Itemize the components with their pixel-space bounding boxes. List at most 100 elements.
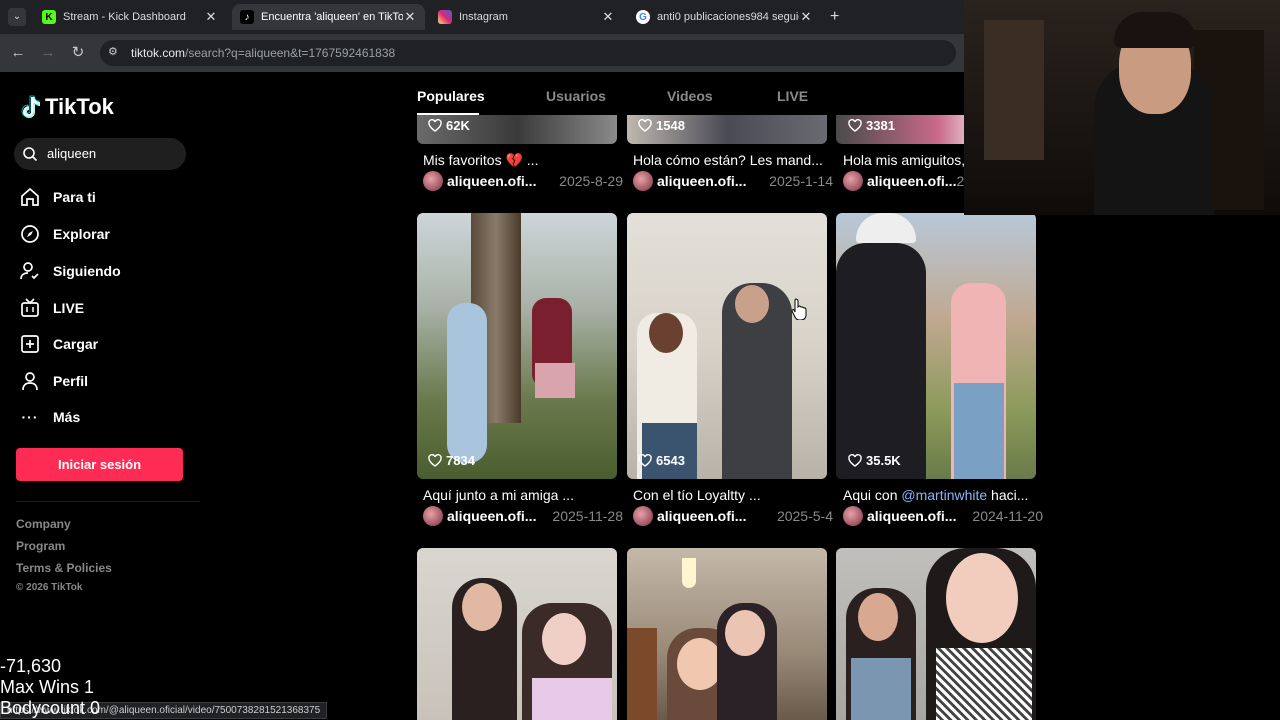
nav-perfil[interactable]: Perfil: [20, 371, 88, 391]
tab-active-underline: [417, 113, 479, 115]
video-thumbnail[interactable]: [627, 213, 827, 479]
video-thumbnail[interactable]: [417, 548, 617, 720]
video-caption[interactable]: Aqui con @martinwhite haci...: [843, 487, 1043, 503]
close-tab-icon[interactable]: ✕: [403, 9, 417, 25]
video-date: 2025-1-14: [769, 173, 833, 189]
browser-tab-kick[interactable]: K Stream - Kick Dashboard ✕: [34, 4, 226, 30]
nav-explorar[interactable]: Explorar: [20, 224, 110, 244]
reload-icon[interactable]: ↻: [67, 42, 89, 64]
tab-populares[interactable]: Populares: [417, 88, 485, 104]
back-arrow-icon[interactable]: ←: [7, 42, 29, 64]
sidebar-divider: [16, 501, 200, 502]
heart-icon: [638, 119, 652, 132]
video-meta: aliqueen.ofi... 2025-11-28: [423, 506, 623, 526]
nav-label: Para ti: [53, 189, 96, 205]
caption-text: Aqui con: [843, 487, 902, 503]
url-path: /search?q=aliqueen&t=1767592461838: [185, 46, 396, 60]
like-count: 6543: [656, 453, 685, 468]
copyright: © 2026 TikTok: [16, 582, 83, 593]
like-count: 62K: [446, 118, 470, 133]
tab-title: Stream - Kick Dashboard: [63, 11, 186, 23]
close-tab-icon[interactable]: ✕: [799, 9, 813, 25]
close-tab-icon[interactable]: ✕: [204, 9, 218, 25]
tiktok-logo[interactable]: TikTok: [20, 94, 114, 120]
video-likes: 3381: [848, 118, 895, 133]
webcam-feed: [964, 0, 1280, 215]
heart-icon: [428, 119, 442, 132]
kick-favicon-icon: K: [42, 10, 56, 24]
author-name[interactable]: aliqueen.ofi...: [657, 508, 777, 524]
nav-para-ti[interactable]: Para ti: [20, 187, 96, 207]
heart-icon: [848, 119, 862, 132]
footer-link-company[interactable]: Company: [16, 517, 71, 531]
avatar[interactable]: [633, 506, 653, 526]
login-button[interactable]: Iniciar sesión: [16, 448, 183, 481]
stream-overlay-line1: -71,630: [0, 656, 62, 676]
video-caption[interactable]: Hola cómo están? Les mand...: [633, 152, 833, 168]
video-thumbnail[interactable]: [836, 548, 1036, 720]
live-tv-icon: [20, 298, 40, 318]
nav-label: Siguiendo: [53, 263, 121, 279]
avatar[interactable]: [423, 171, 443, 191]
like-count: 1548: [656, 118, 685, 133]
heart-icon: [638, 454, 652, 467]
url-domain: tiktok.com: [131, 46, 186, 60]
tiktok-favicon-icon: ♪: [240, 10, 254, 24]
tab-live[interactable]: LIVE: [777, 88, 808, 104]
browser-tab-tiktok[interactable]: ♪ Encuentra 'aliqueen' en TikTok | ✕: [232, 4, 425, 30]
avatar[interactable]: [843, 506, 863, 526]
heart-icon: [848, 454, 862, 467]
footer-link-program[interactable]: Program: [16, 539, 65, 553]
author-name[interactable]: aliqueen.ofi...: [867, 173, 956, 189]
tiktok-note-icon: [21, 95, 40, 118]
site-info-icon[interactable]: ⚙: [108, 45, 118, 58]
profile-icon: [20, 371, 40, 391]
tab-list-dropdown[interactable]: ⌄: [8, 8, 26, 26]
search-input[interactable]: [14, 138, 186, 170]
url-text[interactable]: tiktok.com/search?q=aliqueen&t=176759246…: [131, 46, 395, 60]
video-meta: aliqueen.ofi... 2025-1-14: [633, 171, 833, 191]
video-date: 2024-11-20: [972, 508, 1043, 524]
video-caption[interactable]: Mis favoritos 💔 ...: [423, 152, 623, 169]
stream-overlay-line2: Max Wins 1: [0, 677, 95, 697]
logo-text: TikTok: [45, 94, 114, 119]
video-likes: 7834: [428, 453, 475, 468]
nav-mas[interactable]: ··· Más: [20, 407, 81, 427]
browser-tab-google[interactable]: G anti0 publicaciones984 seguidor ✕: [628, 4, 821, 30]
mouse-cursor-icon: [791, 298, 807, 325]
author-name[interactable]: aliqueen.ofi...: [657, 173, 769, 189]
video-caption[interactable]: Hola mis amiguitos,: [843, 152, 964, 168]
footer-link-terms[interactable]: Terms & Policies: [16, 561, 112, 575]
new-tab-button[interactable]: +: [830, 8, 839, 26]
mention-link[interactable]: @martinwhite: [901, 487, 987, 503]
video-thumbnail[interactable]: [627, 548, 827, 720]
nav-label: Cargar: [53, 336, 99, 352]
nav-live[interactable]: LIVE: [20, 298, 84, 318]
video-date: 2025-5-4: [776, 508, 833, 524]
nav-label: Perfil: [53, 373, 89, 389]
author-name[interactable]: aliqueen.ofi...: [447, 173, 559, 189]
search-value: aliqueen: [47, 146, 97, 161]
author-name[interactable]: aliqueen.ofi...: [867, 508, 972, 524]
avatar[interactable]: [423, 506, 443, 526]
video-thumbnail[interactable]: [836, 213, 1036, 479]
forward-arrow-icon[interactable]: →: [37, 42, 59, 64]
browser-tab-instagram[interactable]: Instagram ✕: [430, 4, 623, 30]
close-tab-icon[interactable]: ✕: [601, 9, 615, 25]
like-count: 35.5K: [866, 453, 901, 468]
compass-icon: [20, 224, 40, 244]
nav-cargar[interactable]: Cargar: [20, 334, 98, 354]
more-dots-icon: ···: [21, 409, 39, 425]
tab-title: anti0 publicaciones984 seguidor: [657, 11, 799, 23]
tab-videos[interactable]: Videos: [667, 88, 713, 104]
video-meta: aliqueen.ofi... 2025-5-4: [633, 506, 833, 526]
avatar[interactable]: [843, 171, 863, 191]
video-date: 2: [956, 173, 964, 189]
author-name[interactable]: aliqueen.ofi...: [447, 508, 552, 524]
video-caption[interactable]: Con el tío Loyaltty ...: [633, 487, 833, 503]
video-thumbnail[interactable]: [417, 213, 617, 479]
video-caption[interactable]: Aquí junto a mi amiga ...: [423, 487, 623, 503]
tab-usuarios[interactable]: Usuarios: [546, 88, 606, 104]
avatar[interactable]: [633, 171, 653, 191]
nav-siguiendo[interactable]: Siguiendo: [20, 261, 121, 281]
